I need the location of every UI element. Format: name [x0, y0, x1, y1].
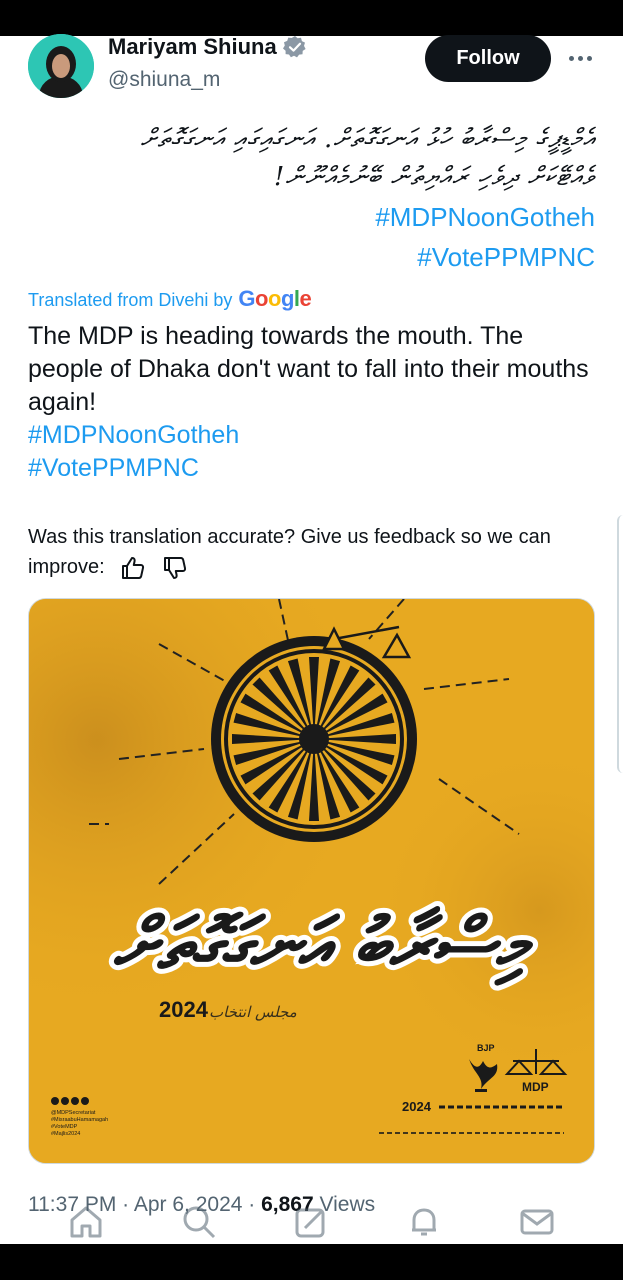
bottom-nav [0, 1200, 623, 1244]
svg-text:#VoteMDP: #VoteMDP [51, 1124, 78, 1130]
messages-icon[interactable] [517, 1202, 557, 1242]
tweet-media-image[interactable]: މިސްރާބު އަނގަގޮތަށް 2024 ﻣﺠﻠﺲ ﺍﻧﺘﺨﺎﺏ BJ… [28, 598, 595, 1164]
svg-text:#MisraabuHamamagah: #MisraabuHamamagah [51, 1117, 108, 1123]
poster-graphic: މިސްރާބު އަނގަގޮތަށް 2024 ﻣﺠﻠﺲ ﺍﻧﺘﺨﺎﺏ BJ… [29, 599, 594, 1163]
notifications-icon[interactable] [404, 1202, 444, 1242]
thumbs-down-icon[interactable] [162, 555, 188, 581]
wheel-emblem [211, 636, 417, 842]
feedback-text: Was this translation accurate? Give us f… [28, 526, 551, 578]
more-options-icon[interactable] [566, 44, 594, 72]
author-handle[interactable]: @shiuna_m [108, 68, 220, 92]
system-nav-bar [0, 1244, 623, 1280]
hashtag-link[interactable]: #VotePPMPNC [417, 242, 595, 273]
translation-attribution[interactable]: Translated from Divehi by Google [28, 286, 312, 312]
scroll-edge [617, 515, 623, 773]
compose-icon[interactable] [291, 1202, 331, 1242]
svg-text:ﻣﺠﻠﺲ ﺍﻧﺘﺨﺎﺏ: ﻣﺠﻠﺲ ﺍﻧﺘﺨﺎﺏ [209, 1003, 297, 1021]
poster-bottom-year: 2024 [402, 1099, 432, 1114]
svg-text:@MDPSecretariat: @MDPSecretariat [51, 1110, 96, 1116]
google-logo: Google [238, 286, 312, 311]
tweet-translation: The MDP is heading towards the mouth. Th… [28, 322, 589, 416]
translation-feedback: Was this translation accurate? Give us f… [28, 522, 603, 582]
mdp-label: MDP [522, 1080, 549, 1094]
author-name[interactable]: Mariyam Shiuna [108, 34, 277, 60]
hashtag-link[interactable]: #MDPNoonGotheh [375, 202, 595, 233]
poster-headline: މިސްރާބު އަނގަގޮތަށް [113, 901, 534, 986]
poster-year: 2024 [159, 997, 209, 1022]
search-icon[interactable] [179, 1202, 219, 1242]
svg-text:BJP: BJP [477, 1043, 495, 1053]
home-icon[interactable] [66, 1202, 106, 1242]
thumbs-up-icon[interactable] [120, 555, 146, 581]
author-name-row[interactable]: Mariyam Shiuna [108, 34, 307, 60]
tweet-text-divehi: އެމްޑީޕީގެ މިސްރާބު ހުޅު އަނގަގޮތަށް. އަ… [35, 120, 595, 196]
follow-button[interactable]: Follow [425, 35, 551, 82]
status-bar [0, 0, 623, 36]
translated-label[interactable]: Translated from Divehi by [28, 290, 232, 311]
avatar[interactable] [28, 34, 94, 98]
hashtag-link[interactable]: #VotePPMPNC [28, 454, 199, 483]
hashtag-link[interactable]: #MDPNoonGotheh [28, 421, 239, 450]
verified-badge-icon [282, 36, 306, 58]
divehi-line-1: އެމްޑީޕީގެ މިސްރާބު ހުޅު އަނގަގޮތަށް. އަ… [140, 124, 595, 154]
avatar-image [28, 34, 94, 98]
svg-text:#Majlis2024: #Majlis2024 [51, 1131, 80, 1137]
divehi-line-2: ވެއްޓޭކަށް ދިވެހި ރައްޔިތުން ބޭނުމެއްނޫނ… [273, 162, 595, 192]
